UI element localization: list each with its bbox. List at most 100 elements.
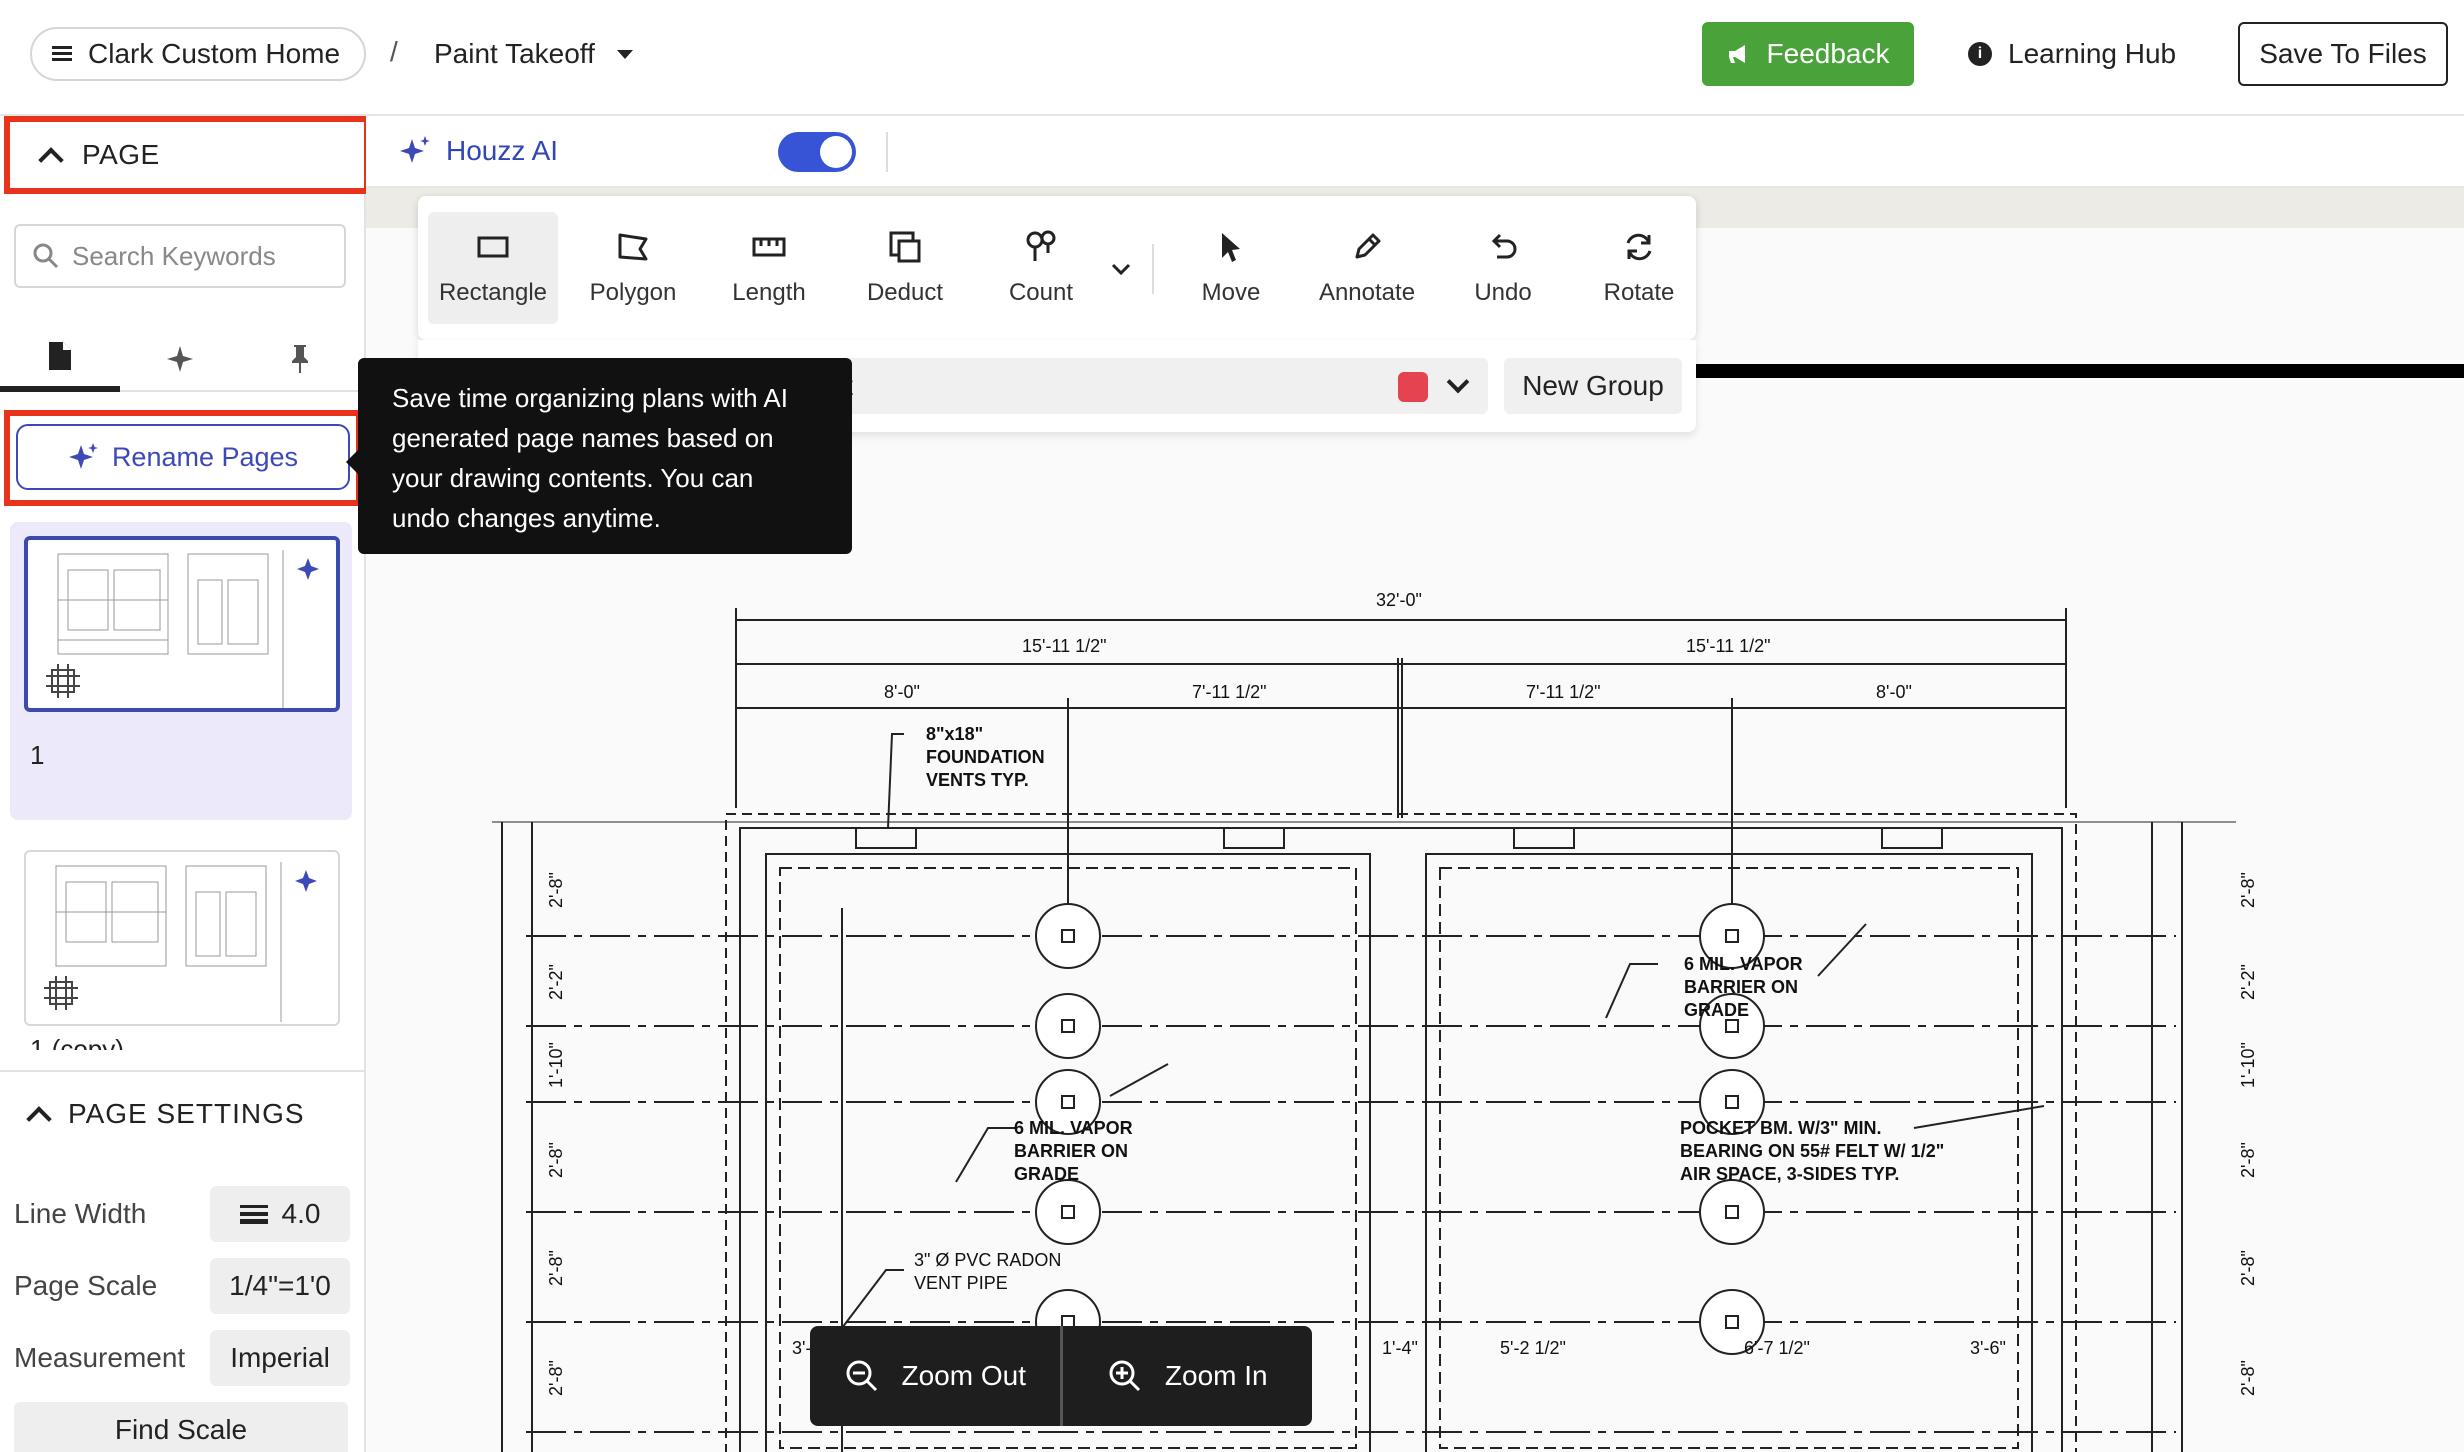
info-icon: i xyxy=(1968,42,1992,66)
rotate-button[interactable]: Rotate xyxy=(1574,212,1704,324)
page-settings-toggle[interactable]: PAGE SETTINGS xyxy=(26,1098,305,1132)
page-scale-row: Page Scale 1/4"=1'0 xyxy=(14,1258,350,1314)
polygon-tool-button[interactable]: Polygon xyxy=(568,212,698,324)
note-pocket-line: AIR SPACE, 3-SIDES TYP. xyxy=(1680,1164,1899,1184)
new-group-label: New Group xyxy=(1522,370,1664,401)
dim-seg1: 8'-0" xyxy=(884,682,920,702)
tab-pinned[interactable] xyxy=(240,326,360,392)
page-scale-label: Page Scale xyxy=(14,1270,158,1301)
pen-icon xyxy=(1355,233,1381,259)
measurement-control[interactable]: Imperial xyxy=(210,1330,350,1386)
tab-ai[interactable] xyxy=(120,326,240,392)
houzz-ai-label: Houzz AI xyxy=(398,134,558,168)
find-scale-button[interactable]: Find Scale xyxy=(14,1402,348,1452)
houzz-ai-text: Houzz AI xyxy=(446,135,559,166)
note-pocket-line: POCKET BM. W/3" MIN. xyxy=(1680,1118,1882,1138)
deduct-tool-button[interactable]: Deduct xyxy=(840,212,970,324)
pin-icon xyxy=(292,345,308,373)
line-width-row: Line Width 4.0 xyxy=(14,1186,350,1242)
count-tool-button[interactable]: Count xyxy=(976,212,1106,324)
page-settings-panel: PAGE SETTINGS Line Width 4.0 Page Scale … xyxy=(0,1070,364,1452)
note-vapor-right-line: 6 MIL. VAPOR xyxy=(1684,954,1803,974)
zoom-out-button[interactable]: Zoom Out xyxy=(810,1326,1060,1426)
note-vents-line: VENTS TYP. xyxy=(926,770,1029,790)
move-tool-button[interactable]: Move xyxy=(1166,212,1296,324)
rectangle-tool-button[interactable]: Rectangle xyxy=(428,212,558,324)
dim-half-right: 15'-11 1/2" xyxy=(1686,636,1771,656)
tool-label: Annotate xyxy=(1318,279,1416,306)
measurement-row: Measurement Imperial xyxy=(14,1330,350,1386)
page-settings-title: PAGE SETTINGS xyxy=(68,1098,305,1129)
takeoff-dropdown[interactable]: Paint Takeoff xyxy=(434,30,633,78)
rename-pages-highlight: Rename Pages xyxy=(4,410,362,506)
line-width-value: 4.0 xyxy=(281,1198,321,1229)
dim-seg2: 7'-11 1/2" xyxy=(1192,682,1267,702)
houzz-ai-toggle[interactable] xyxy=(778,132,856,172)
chevron-up-icon xyxy=(26,1106,52,1132)
tool-label: Undo xyxy=(1474,279,1532,306)
search-icon xyxy=(33,243,59,269)
right-dim: 2'-2" xyxy=(2238,964,2258,1000)
page-label: 1 xyxy=(30,740,45,770)
page-scale-control[interactable]: 1/4"=1'0 xyxy=(210,1258,350,1314)
dim-seg3: 7'-11 1/2" xyxy=(1526,682,1601,702)
save-to-files-label: Save To Files xyxy=(2259,38,2427,69)
search-input[interactable]: Search Keywords xyxy=(14,224,346,288)
ai-bar: Houzz AI xyxy=(366,116,2464,188)
feedback-button[interactable]: Feedback xyxy=(1702,22,1914,86)
annotate-tool-button[interactable]: Annotate xyxy=(1302,212,1432,324)
project-menu-button[interactable]: Clark Custom Home xyxy=(30,27,367,81)
undo-icon xyxy=(1491,233,1517,259)
page-section-toggle[interactable]: PAGE xyxy=(4,116,370,194)
page-thumbnail[interactable]: 1 xyxy=(10,522,352,820)
dim-seg4: 8'-0" xyxy=(1876,682,1912,702)
sparkle-icon xyxy=(167,346,193,372)
color-swatch xyxy=(1398,372,1428,402)
tab-pages[interactable] xyxy=(0,326,120,392)
cursor-icon xyxy=(1222,233,1240,262)
page-thumbnail[interactable]: 1 (copy) xyxy=(10,836,352,1050)
dim-overall: 32'-0" xyxy=(1376,590,1422,610)
note-vapor-left-line: BARRIER ON xyxy=(1014,1141,1128,1161)
tool-label: Move xyxy=(1201,279,1261,306)
save-to-files-button[interactable]: Save To Files xyxy=(2238,22,2448,86)
dim-bottom4: 3'-6" xyxy=(1970,1338,2006,1358)
page-section-title: PAGE xyxy=(82,139,160,170)
new-group-button[interactable]: New Group xyxy=(1504,358,1682,414)
note-radon-line: VENT PIPE xyxy=(914,1273,1008,1293)
measurement-value: Imperial xyxy=(230,1342,330,1373)
tooltip-text: Save time organizing plans with AI gener… xyxy=(392,383,788,533)
top-bar: Clark Custom Home / Paint Takeoff Feedba… xyxy=(0,0,2464,116)
rename-pages-button[interactable]: Rename Pages xyxy=(16,424,350,490)
zoom-in-button[interactable]: Zoom In xyxy=(1063,1326,1313,1426)
length-tool-button[interactable]: Length xyxy=(704,212,834,324)
left-dim: 2'-8" xyxy=(546,1360,566,1396)
dim-bottom1: 1'-4" xyxy=(1382,1338,1418,1358)
undo-button[interactable]: Undo xyxy=(1438,212,1568,324)
right-dim: 2'-8" xyxy=(2238,1360,2258,1396)
dim-bottom2: 5'-2 1/2" xyxy=(1500,1338,1566,1358)
left-dim: 2'-8" xyxy=(546,1142,566,1178)
project-name: Clark Custom Home xyxy=(88,38,341,69)
more-tools-button[interactable] xyxy=(1108,256,1134,287)
dim-bottom5: 3'- xyxy=(792,1338,811,1358)
zoom-out-label: Zoom Out xyxy=(901,1360,1026,1391)
deduct-icon xyxy=(889,231,921,263)
line-width-control[interactable]: 4.0 xyxy=(210,1186,350,1242)
left-dim: 2'-8" xyxy=(546,872,566,908)
note-vents-line: 8"x18" xyxy=(926,724,983,744)
learning-hub-link[interactable]: i Learning Hub xyxy=(1968,30,2176,78)
chevron-down-icon xyxy=(1111,263,1131,276)
breadcrumb-separator: / xyxy=(390,36,398,67)
tool-label: Deduct xyxy=(866,279,944,306)
zoom-in-label: Zoom In xyxy=(1164,1360,1268,1391)
rectangle-icon xyxy=(477,236,509,258)
rotate-icon xyxy=(1626,233,1652,261)
right-dim: 2'-8" xyxy=(2238,1142,2258,1178)
takeoff-toolbar: Rectangle Polygon Length Deduct Count Mo… xyxy=(418,196,1696,340)
tool-label: Polygon xyxy=(589,279,677,306)
tool-label: Rotate xyxy=(1603,279,1675,306)
zoom-out-icon xyxy=(846,1360,877,1392)
color-picker[interactable] xyxy=(1382,358,1486,414)
page-scale-value: 1/4"=1'0 xyxy=(229,1270,331,1301)
